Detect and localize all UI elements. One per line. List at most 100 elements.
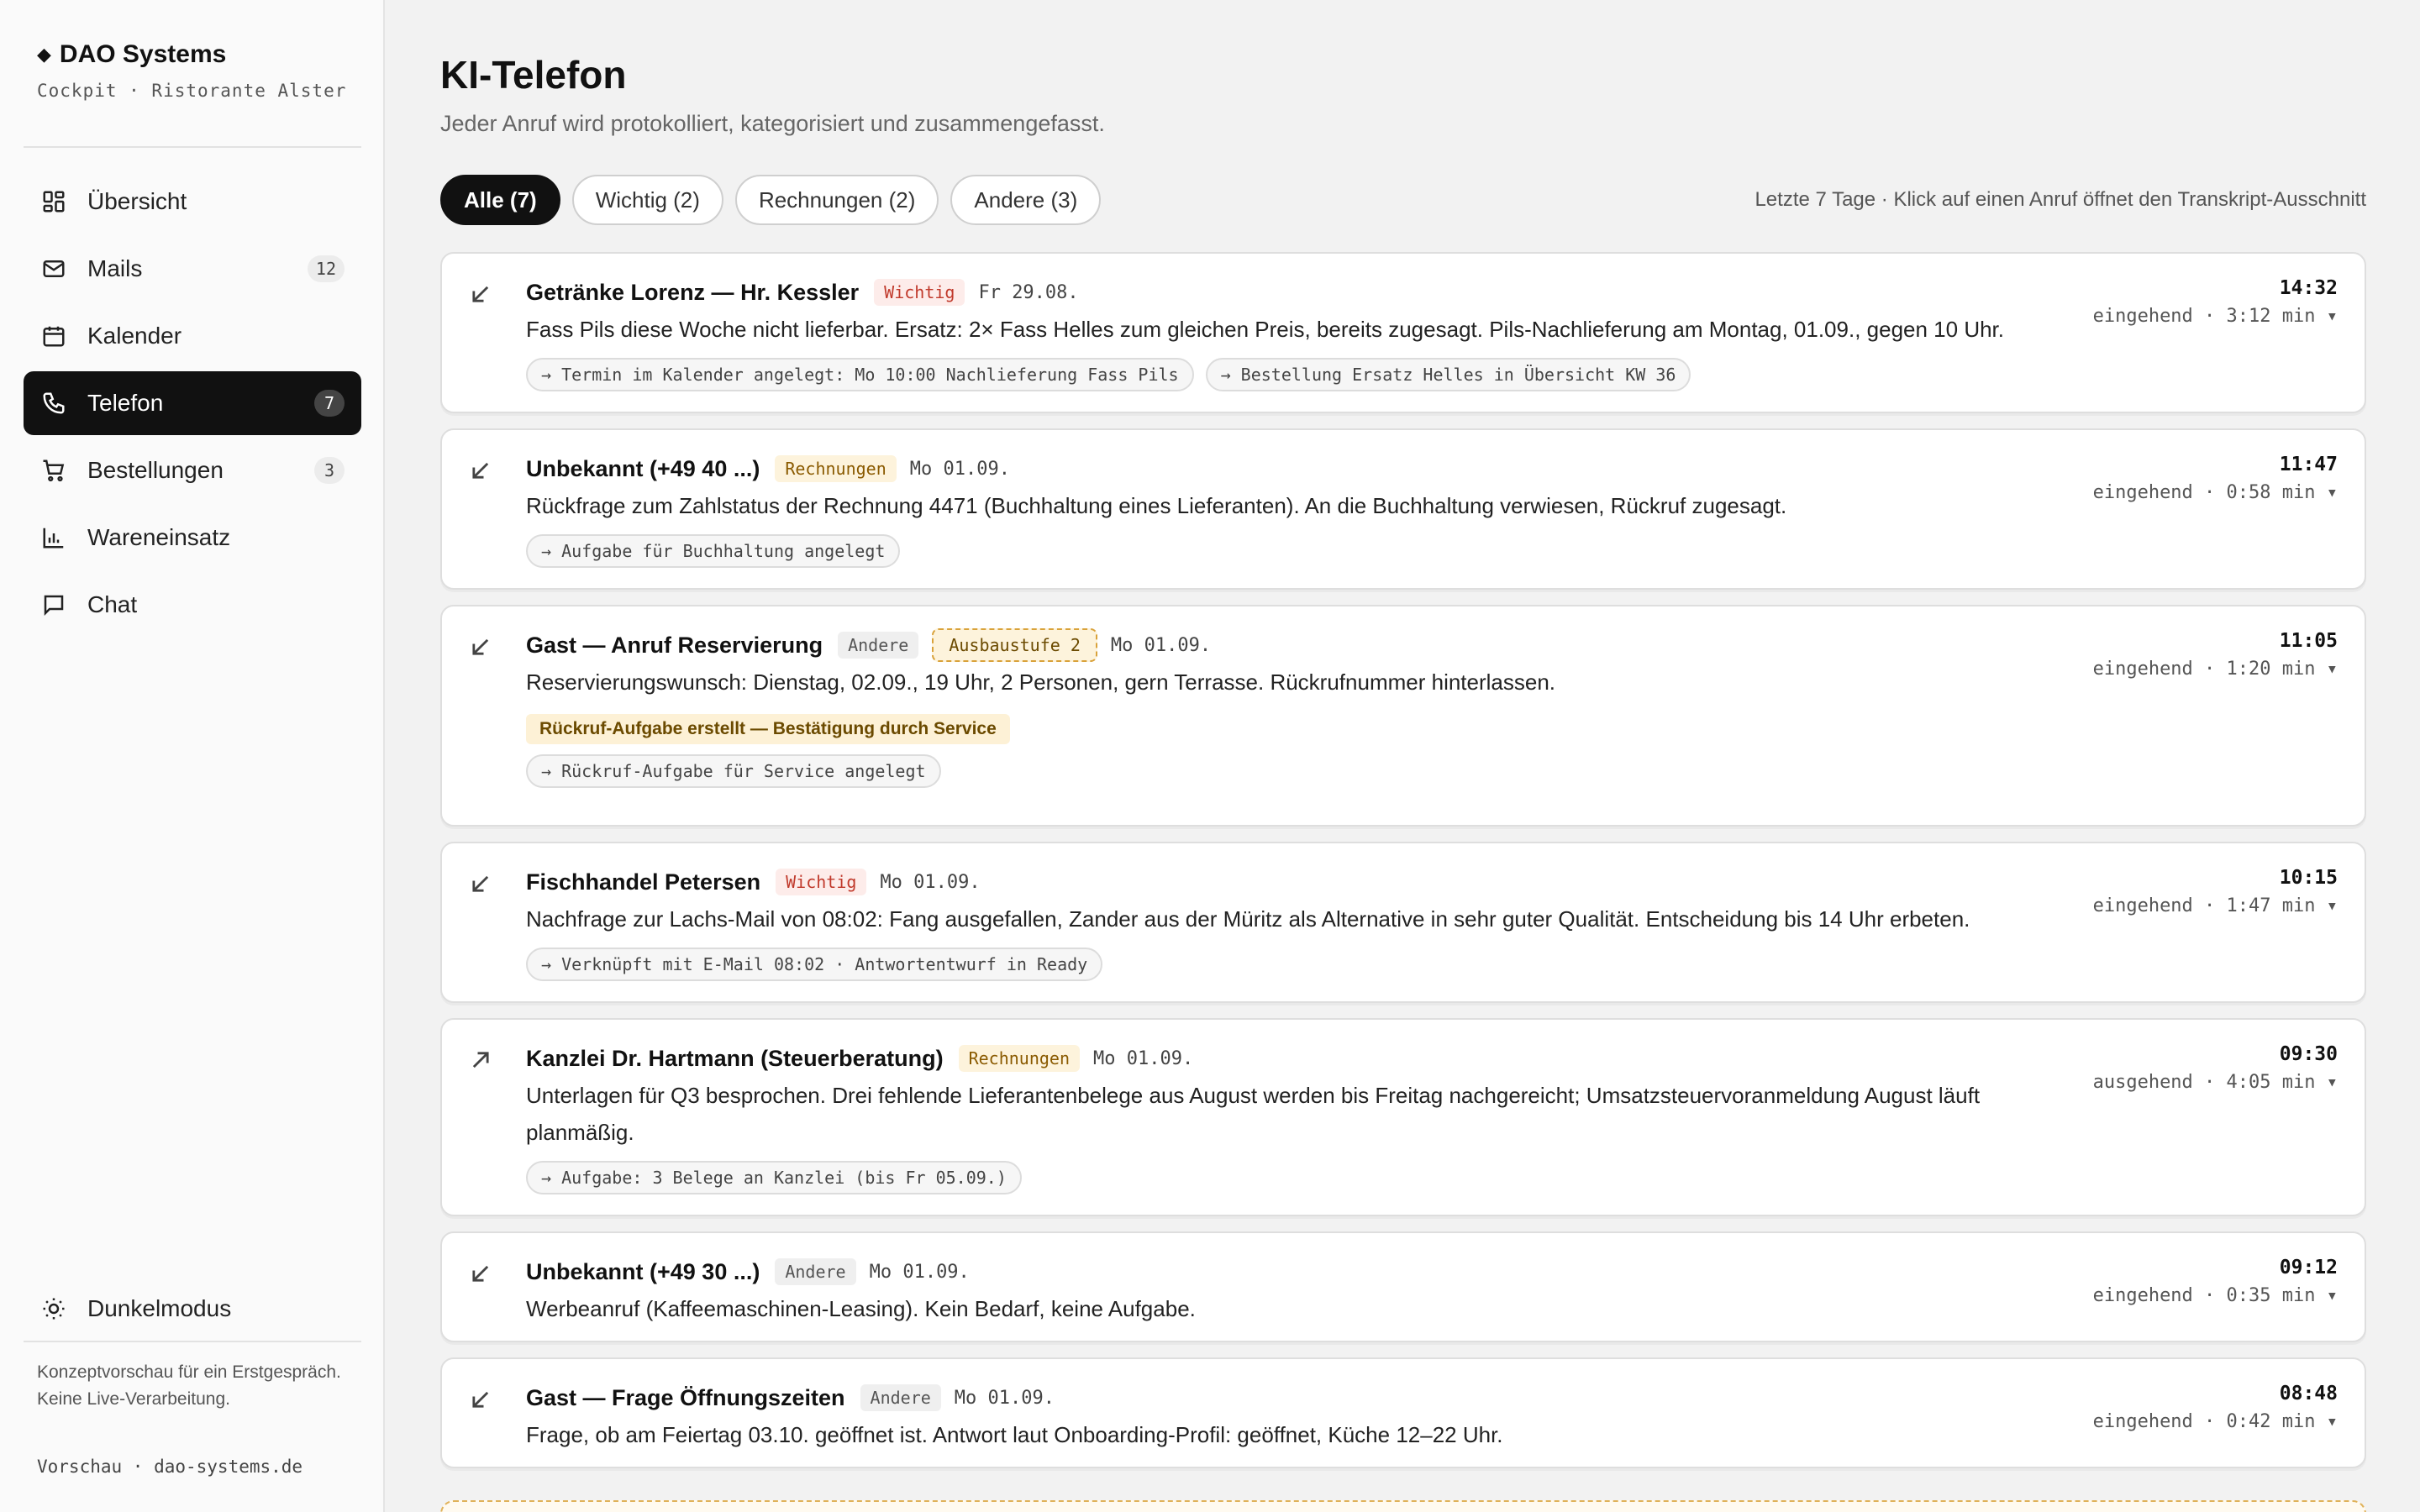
call-time: 10:15: [2279, 867, 2338, 889]
action-chip[interactable]: → Aufgabe für Buchhaltung angelegt: [526, 534, 901, 568]
incoming-arrow-icon: [469, 635, 492, 659]
calendar-icon: [40, 323, 67, 349]
sidebar-item-label: Chat: [87, 591, 138, 617]
filter-alle[interactable]: Alle (7): [440, 175, 560, 225]
category-tag: Andere: [775, 1258, 856, 1285]
sidebar: ◆ DAO Systems Cockpit · Ristorante Alste…: [0, 0, 385, 1512]
brand-name: DAO Systems: [59, 40, 227, 68]
action-chip[interactable]: → Aufgabe: 3 Belege an Kanzlei (bis Fr 0…: [526, 1161, 1022, 1194]
call-duration-toggle[interactable]: ausgehend · 4:05 min ▾: [2093, 1072, 2338, 1093]
filter-rechnungen[interactable]: Rechnungen (2): [734, 175, 939, 225]
caller-name: Unbekannt (+49 40 ...): [526, 455, 760, 481]
call-duration-toggle[interactable]: eingehend · 1:47 min ▾: [2093, 895, 2338, 916]
sidebar-item-kalender[interactable]: Kalender: [24, 304, 361, 368]
call-duration-toggle[interactable]: eingehend · 0:58 min ▾: [2093, 482, 2338, 503]
caller-name: Getränke Lorenz — Hr. Kessler: [526, 279, 860, 305]
next-section-peek: [440, 1500, 2366, 1512]
call-duration-toggle[interactable]: eingehend · 1:20 min ▾: [2093, 659, 2338, 680]
sidebar-nav: Übersicht Mails 12 Kalender Telefon 7 Be…: [24, 170, 361, 640]
dark-mode-toggle[interactable]: Dunkelmodus: [24, 1277, 361, 1341]
caller-name: Fischhandel Petersen: [526, 869, 761, 895]
call-card[interactable]: Kanzlei Dr. Hartmann (Steuerberatung) Re…: [440, 1018, 2366, 1216]
category-tag: Rechnungen: [958, 1045, 1081, 1072]
call-time: 11:05: [2279, 630, 2338, 652]
filter-tabs: Alle (7) Wichtig (2) Rechnungen (2) Ande…: [440, 175, 1102, 225]
sidebar-item-bestellungen[interactable]: Bestellungen 3: [24, 438, 361, 502]
sidebar-item-chat[interactable]: Chat: [24, 573, 361, 637]
call-card[interactable]: Fischhandel Petersen Wichtig Mo 01.09. N…: [440, 842, 2366, 1003]
callback-notice: Rückruf-Aufgabe erstellt — Bestätigung d…: [526, 714, 1010, 744]
brand-title[interactable]: ◆ DAO Systems: [37, 40, 346, 69]
sidebar-item-uebersicht[interactable]: Übersicht: [24, 170, 361, 234]
expansion-stage-badge: Ausbaustufe 2: [932, 628, 1097, 662]
action-chip[interactable]: → Verknüpft mit E-Mail 08:02 · Antworten…: [526, 948, 1103, 981]
call-date: Mo 01.09.: [869, 1261, 970, 1283]
caller-name: Kanzlei Dr. Hartmann (Steuerberatung): [526, 1045, 944, 1071]
call-date: Mo 01.09.: [1110, 634, 1212, 656]
chat-bubble-icon: [40, 591, 67, 618]
category-tag: Rechnungen: [775, 455, 897, 482]
sidebar-item-label: Telefon: [87, 390, 164, 416]
call-date: Mo 01.09.: [1093, 1047, 1194, 1069]
grid-icon: [40, 188, 67, 215]
filter-andere[interactable]: Andere (3): [950, 175, 1102, 225]
call-duration-toggle[interactable]: eingehend · 0:42 min ▾: [2093, 1411, 2338, 1432]
call-card[interactable]: Unbekannt (+49 30 ...) Andere Mo 01.09. …: [440, 1231, 2366, 1342]
call-date: Fr 29.08.: [978, 281, 1079, 303]
sidebar-divider-top: [24, 146, 361, 148]
category-tag: Andere: [838, 632, 919, 659]
sidebar-item-wareneinsatz[interactable]: Wareneinsatz: [24, 506, 361, 570]
sidebar-item-label: Übersicht: [87, 188, 187, 214]
caller-name: Unbekannt (+49 30 ...): [526, 1258, 760, 1284]
call-duration-toggle[interactable]: eingehend · 3:12 min ▾: [2093, 306, 2338, 327]
incoming-arrow-icon: [469, 282, 492, 306]
action-chip[interactable]: → Bestellung Ersatz Helles in Übersicht …: [1205, 358, 1691, 391]
call-summary: Nachfrage zur Lachs-Mail von 08:02: Fang…: [526, 906, 1970, 932]
call-date: Mo 01.09.: [880, 871, 981, 893]
category-tag: Wichtig: [874, 279, 965, 306]
call-summary: Fass Pils diese Woche nicht lieferbar. E…: [526, 317, 2004, 342]
sidebar-item-mails[interactable]: Mails 12: [24, 237, 361, 301]
caller-name: Gast — Frage Öffnungszeiten: [526, 1384, 845, 1410]
call-date: Mo 01.09.: [909, 458, 1010, 480]
phone-icon: [40, 390, 67, 417]
call-card[interactable]: Gast — Frage Öffnungszeiten Andere Mo 01…: [440, 1357, 2366, 1468]
filter-hint: Letzte 7 Tage · Klick auf einen Anruf öf…: [1754, 188, 2366, 211]
action-chip[interactable]: → Termin im Kalender angelegt: Mo 10:00 …: [526, 358, 1194, 391]
action-chip[interactable]: → Rückruf-Aufgabe für Service angelegt: [526, 754, 941, 788]
sun-icon: [40, 1295, 67, 1322]
brand: ◆ DAO Systems Cockpit · Ristorante Alste…: [37, 40, 346, 101]
call-card[interactable]: Unbekannt (+49 40 ...) Rechnungen Mo 01.…: [440, 428, 2366, 590]
dark-mode-label: Dunkelmodus: [87, 1295, 232, 1321]
call-date: Mo 01.09.: [954, 1387, 1055, 1409]
call-card[interactable]: Getränke Lorenz — Hr. Kessler Wichtig Fr…: [440, 252, 2366, 413]
sidebar-item-label: Wareneinsatz: [87, 524, 231, 550]
category-tag: Andere: [860, 1384, 941, 1411]
call-duration-toggle[interactable]: eingehend · 0:35 min ▾: [2093, 1285, 2338, 1306]
filter-wichtig[interactable]: Wichtig (2): [571, 175, 723, 225]
call-card[interactable]: Gast — Anruf Reservierung Andere Ausbaus…: [440, 605, 2366, 827]
brand-subtitle: Cockpit · Ristorante Alster: [37, 81, 347, 101]
cart-icon: [40, 457, 67, 484]
call-time: 14:32: [2279, 277, 2338, 299]
sidebar-footnote: Konzeptvorschau für ein Erstgespräch. Ke…: [37, 1362, 341, 1409]
incoming-arrow-icon: [469, 1388, 492, 1411]
page-subtitle: Jeder Anruf wird protokolliert, kategori…: [440, 111, 1105, 136]
sidebar-divider-bottom: [24, 1341, 361, 1342]
incoming-arrow-icon: [469, 459, 492, 482]
sidebar-item-label: Kalender: [87, 323, 182, 349]
outgoing-arrow-icon: [469, 1048, 492, 1072]
nav-count-badge: 3: [314, 457, 345, 484]
call-time: 11:47: [2279, 454, 2338, 475]
call-summary: Frage, ob am Feiertag 03.10. geöffnet is…: [526, 1422, 1503, 1447]
nav-count-badge: 12: [307, 255, 345, 282]
mail-icon: [40, 255, 67, 282]
incoming-arrow-icon: [469, 1262, 492, 1285]
sidebar-item-telefon[interactable]: Telefon 7: [24, 371, 361, 435]
call-time: 08:48: [2279, 1383, 2338, 1404]
call-time: 09:30: [2279, 1043, 2338, 1065]
sidebar-footer-link[interactable]: Vorschau · dao-systems.de: [37, 1457, 302, 1477]
diamond-logo-icon: ◆: [37, 44, 51, 65]
call-summary: Werbeanruf (Kaffeemaschinen-Leasing). Ke…: [526, 1296, 1196, 1321]
incoming-arrow-icon: [469, 872, 492, 895]
